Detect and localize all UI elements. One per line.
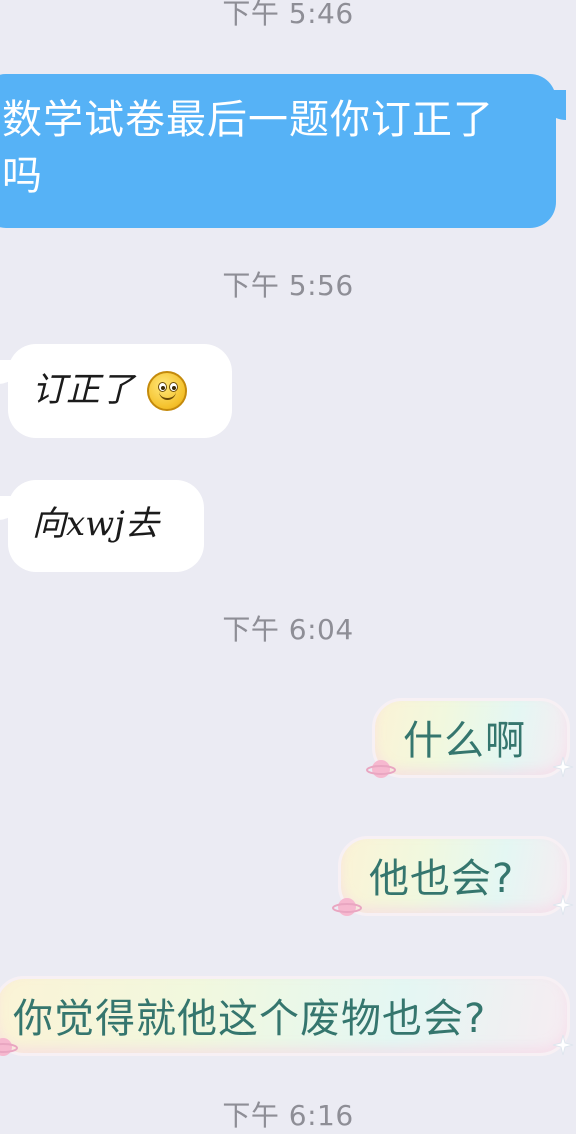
timestamp: 下午 5:46 (222, 0, 354, 30)
message-bubble-outgoing[interactable]: 你觉得就他这个废物也会? (0, 976, 570, 1056)
message-bubble-outgoing[interactable]: 他也会? (338, 836, 570, 916)
message-bubble-incoming[interactable]: 订正了 (0, 344, 232, 438)
message-bubble-outgoing[interactable]: 什么啊 (372, 698, 570, 778)
message-text: 什么啊 (403, 718, 526, 764)
bubble-tail (0, 360, 22, 384)
planet-icon (0, 1038, 18, 1056)
sparkle-icon (552, 756, 574, 778)
timestamp: 下午 6:16 (222, 1099, 354, 1132)
message-text: 订正了 (32, 370, 134, 410)
message-text: 数学试卷最后一题你订正了吗 (2, 97, 494, 199)
message-text: 你觉得就他这个废物也会? (13, 996, 487, 1042)
smiley-icon (146, 371, 187, 411)
planet-icon (332, 898, 362, 916)
sparkle-icon (552, 1034, 574, 1056)
bubble-tail (540, 90, 566, 120)
message-text: 向xwj去 (32, 504, 159, 544)
timestamp: 下午 6:04 (222, 613, 354, 646)
message-bubble-outgoing[interactable]: 数学试卷最后一题你订正了吗 (0, 74, 566, 228)
message-bubble-incoming[interactable]: 向xwj去 (0, 480, 204, 572)
planet-icon (366, 760, 396, 778)
message-text: 他也会? (369, 856, 515, 902)
timestamp: 下午 5:56 (222, 269, 354, 302)
bubble-tail (0, 496, 22, 520)
sparkle-icon (552, 894, 574, 916)
